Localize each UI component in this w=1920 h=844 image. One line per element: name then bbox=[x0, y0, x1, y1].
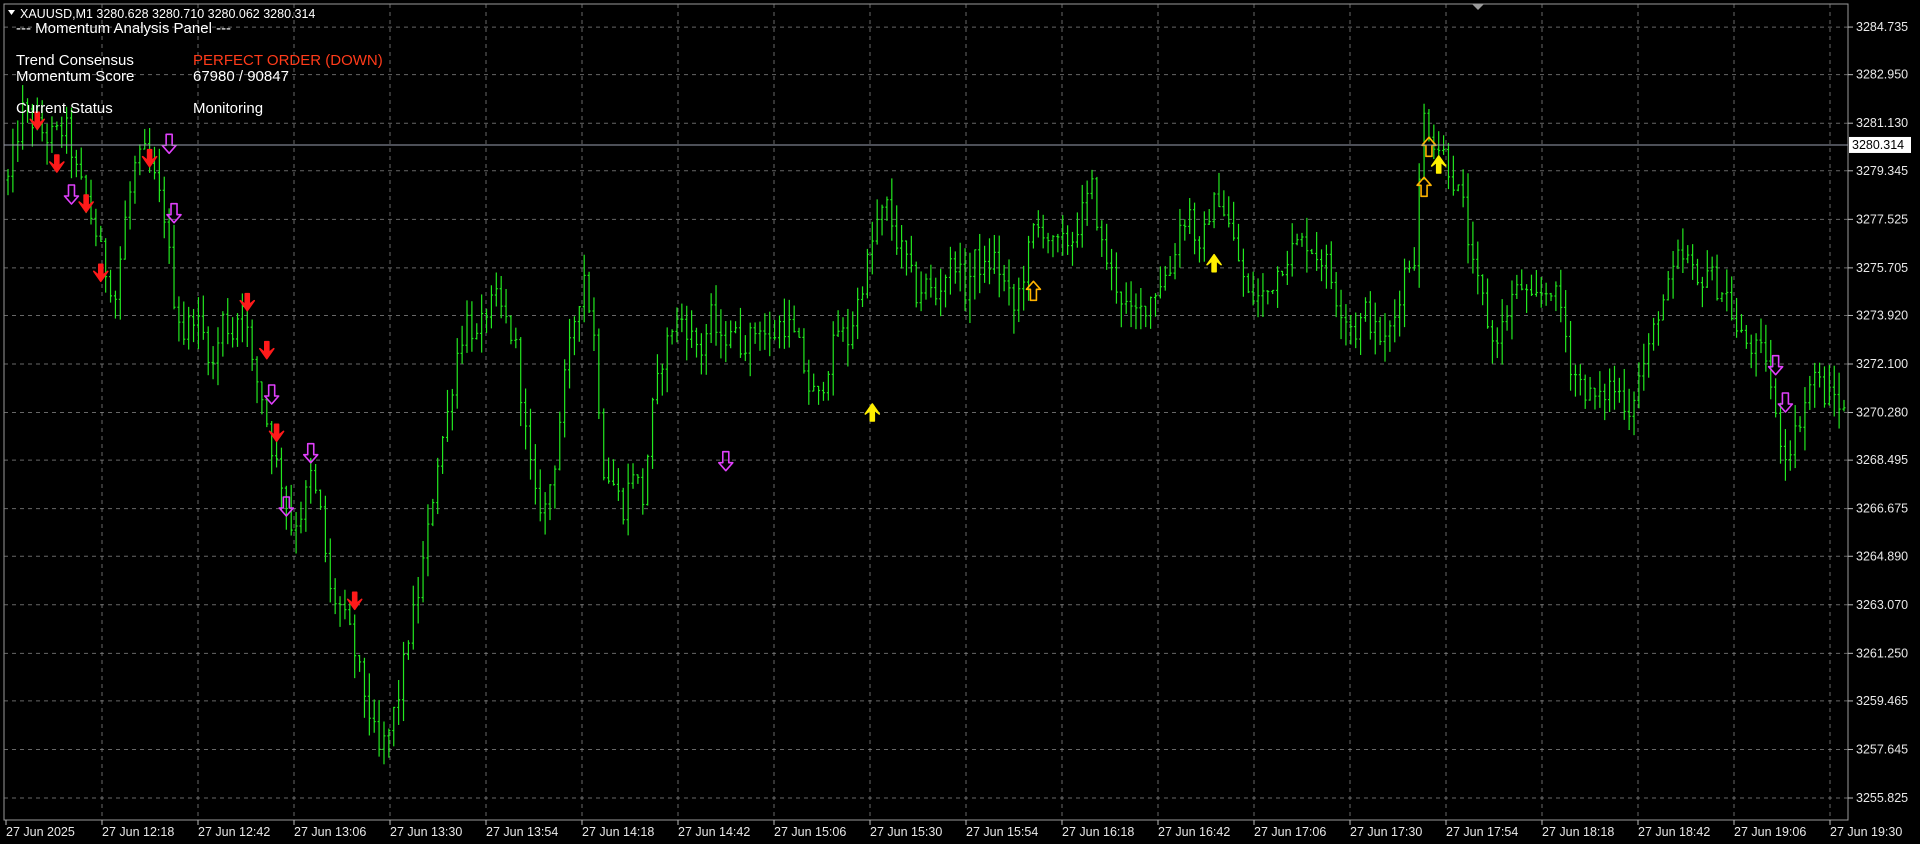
current-status-label: Current Status bbox=[16, 100, 113, 117]
price-tick-label: 3277.525 bbox=[1856, 212, 1908, 226]
price-tick-label: 3261.250 bbox=[1856, 646, 1908, 660]
momentum-score-label: Momentum Score bbox=[16, 68, 134, 85]
price-tick-label: 3270.280 bbox=[1856, 406, 1908, 420]
time-tick-label: 27 Jun 2025 bbox=[6, 825, 75, 839]
time-tick-label: 27 Jun 13:54 bbox=[486, 825, 558, 839]
price-tick-label: 3273.920 bbox=[1856, 308, 1908, 322]
momentum-score-value: 67980 / 90847 bbox=[193, 68, 289, 85]
time-tick-label: 27 Jun 17:30 bbox=[1350, 825, 1422, 839]
svg-text:3280.314: 3280.314 bbox=[1852, 138, 1904, 152]
time-tick-label: 27 Jun 16:18 bbox=[1062, 825, 1134, 839]
time-tick-label: 27 Jun 14:18 bbox=[582, 825, 654, 839]
price-tick-label: 3263.070 bbox=[1856, 598, 1908, 612]
time-tick-label: 27 Jun 12:18 bbox=[102, 825, 174, 839]
chart-frame bbox=[3, 3, 1849, 821]
price-tick-label: 3272.100 bbox=[1856, 357, 1908, 371]
price-tick-label: 3259.465 bbox=[1856, 694, 1908, 708]
price-chart[interactable]: 3284.735 3282.950 3281.130 3279.345 3277.525… bbox=[0, 0, 1920, 844]
price-tick-label: 3275.705 bbox=[1856, 261, 1908, 275]
price-tick-label: 3257.645 bbox=[1856, 742, 1908, 756]
price-tick-label: 3255.825 bbox=[1856, 791, 1908, 805]
time-tick-label: 27 Jun 16:42 bbox=[1158, 825, 1230, 839]
current-status-value: Monitoring bbox=[193, 100, 263, 117]
time-tick-label: 27 Jun 13:06 bbox=[294, 825, 366, 839]
time-tick-label: 27 Jun 15:30 bbox=[870, 825, 942, 839]
time-tick-label: 27 Jun 19:30 bbox=[1830, 825, 1902, 839]
price-tick-label: 3268.495 bbox=[1856, 453, 1908, 467]
time-axis: 27 Jun 2025 27 Jun 12:18 27 Jun 12:42 27 Ju… bbox=[5, 820, 1902, 839]
trend-consensus-label: Trend Consensus bbox=[16, 52, 134, 69]
symbol-ohlc-line: XAUUSD,M1 3280.628 3280.710 3280.062 328… bbox=[20, 7, 315, 21]
time-tick-label: 27 Jun 17:54 bbox=[1446, 825, 1518, 839]
time-tick-label: 27 Jun 17:06 bbox=[1254, 825, 1326, 839]
time-tick-label: 27 Jun 18:18 bbox=[1542, 825, 1614, 839]
time-tick-label: 27 Jun 13:30 bbox=[390, 825, 462, 839]
price-tick-label: 3266.675 bbox=[1856, 502, 1908, 516]
time-tick-label: 27 Jun 18:42 bbox=[1638, 825, 1710, 839]
time-tick-label: 27 Jun 15:06 bbox=[774, 825, 846, 839]
time-tick-label: 27 Jun 15:54 bbox=[966, 825, 1038, 839]
time-tick-label: 27 Jun 19:06 bbox=[1734, 825, 1806, 839]
panel-title: --- Momentum Analysis Panel --- bbox=[16, 20, 231, 37]
price-tick-label: 3284.735 bbox=[1856, 20, 1908, 34]
price-tick-label: 3264.890 bbox=[1856, 549, 1908, 563]
price-tick-label: 3281.130 bbox=[1856, 116, 1908, 130]
time-tick-label: 27 Jun 12:42 bbox=[198, 825, 270, 839]
time-tick-label: 27 Jun 14:42 bbox=[678, 825, 750, 839]
current-price-label: 3280.314 bbox=[1849, 136, 1911, 153]
price-tick-label: 3279.345 bbox=[1856, 164, 1908, 178]
price-tick-label: 3282.950 bbox=[1856, 68, 1908, 82]
trend-consensus-value: PERFECT ORDER (DOWN) bbox=[193, 52, 383, 69]
